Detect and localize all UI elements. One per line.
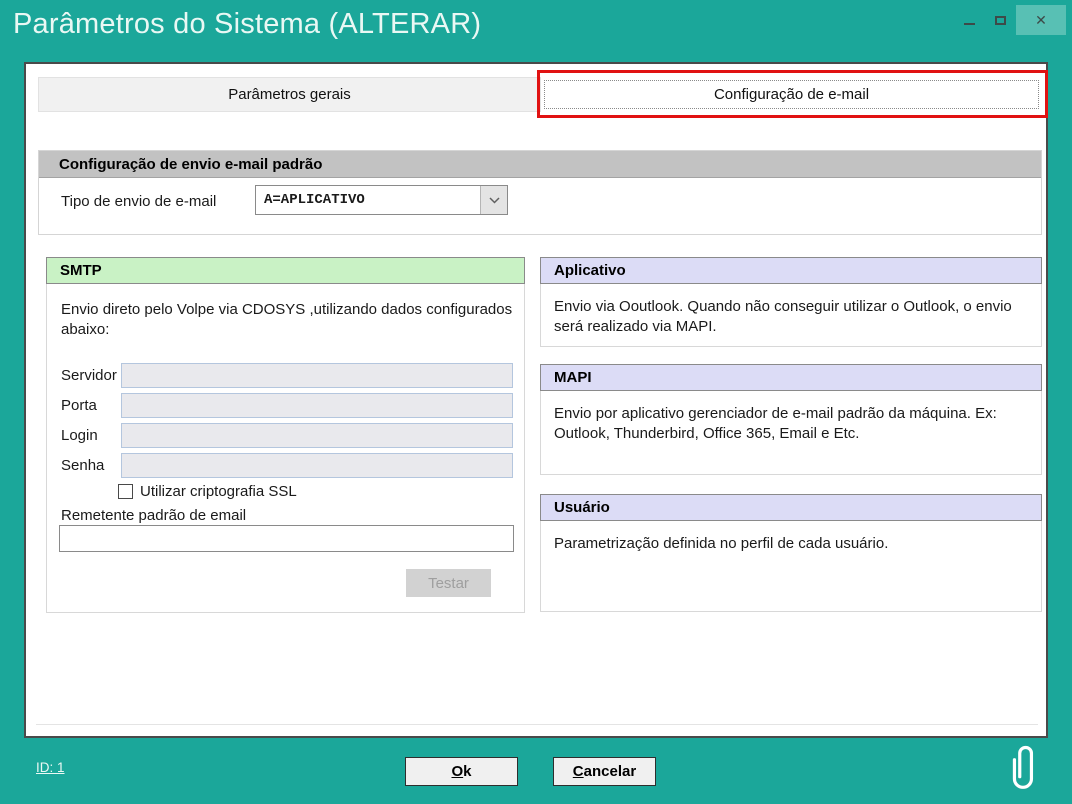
senha-row: Senha [47, 453, 524, 479]
aplicativo-text: Envio via Ooutlook. Quando não conseguir… [541, 284, 1041, 338]
usuario-text: Parametrização definida no perfil de cad… [541, 521, 1041, 554]
remetente-input[interactable] [59, 525, 514, 552]
window-controls: ✕ [954, 5, 1066, 35]
aplicativo-panel: Aplicativo Envio via Ooutlook. Quando nã… [540, 257, 1042, 347]
envio-group-header: Configuração de envio e-mail padrão [39, 151, 1041, 178]
ssl-checkbox-label: Utilizar criptografia SSL [140, 483, 297, 500]
close-icon: ✕ [1035, 12, 1047, 29]
senha-input[interactable] [121, 453, 513, 478]
login-label: Login [61, 427, 98, 444]
servidor-input[interactable] [121, 363, 513, 388]
chevron-down-icon [489, 197, 500, 204]
bottom-divider [36, 724, 1038, 725]
tab-configuracao-email-label: Configuração de e-mail [714, 86, 869, 103]
tab-parametros-gerais[interactable]: Parâmetros gerais [38, 77, 541, 112]
smtp-description: Envio direto pelo Volpe via CDOSYS ,util… [61, 300, 513, 341]
mapi-text: Envio por aplicativo gerenciador de e-ma… [541, 391, 1041, 445]
tab-parametros-gerais-label: Parâmetros gerais [228, 86, 351, 103]
tipo-envio-value: A=APLICATIVO [256, 186, 480, 214]
porta-label: Porta [61, 397, 97, 414]
content-panel: Parâmetros gerais Configuração de e-mail… [24, 62, 1048, 738]
minimize-button[interactable] [954, 5, 985, 35]
envio-groupbox: Configuração de envio e-mail padrão Tipo… [38, 150, 1042, 235]
ssl-checkbox[interactable] [118, 484, 133, 499]
usuario-panel: Usuário Parametrização definida no perfi… [540, 494, 1042, 612]
aplicativo-header: Aplicativo [540, 257, 1042, 284]
smtp-panel: SMTP Envio direto pelo Volpe via CDOSYS … [46, 257, 525, 613]
usuario-header: Usuário [540, 494, 1042, 521]
mapi-header: MAPI [540, 364, 1042, 391]
tab-configuracao-email[interactable]: Configuração de e-mail [541, 77, 1042, 112]
paperclip-icon[interactable] [1007, 738, 1041, 792]
tipo-envio-combobox[interactable]: A=APLICATIVO [255, 185, 508, 215]
window-title: Parâmetros do Sistema (ALTERAR) [13, 8, 481, 41]
porta-row: Porta [47, 393, 524, 419]
maximize-icon [995, 16, 1006, 25]
smtp-header: SMTP [46, 257, 525, 284]
combo-arrow-button[interactable] [480, 186, 507, 214]
senha-label: Senha [61, 457, 104, 474]
remetente-label: Remetente padrão de email [61, 507, 246, 524]
tab-bar: Parâmetros gerais Configuração de e-mail [38, 77, 1042, 112]
minimize-icon [964, 23, 975, 25]
close-button[interactable]: ✕ [1016, 5, 1066, 35]
servidor-row: Servidor [47, 363, 524, 389]
mapi-panel: MAPI Envio por aplicativo gerenciador de… [540, 364, 1042, 475]
ssl-checkbox-row: Utilizar criptografia SSL [118, 483, 297, 500]
id-link[interactable]: ID: 1 [36, 760, 65, 775]
ok-button[interactable]: Ok [405, 757, 518, 786]
parametros-sistema-window: { "window": { "title": "Parâmetros do Si… [0, 0, 1072, 804]
login-row: Login [47, 423, 524, 449]
servidor-label: Servidor [61, 367, 117, 384]
login-input[interactable] [121, 423, 513, 448]
porta-input[interactable] [121, 393, 513, 418]
testar-button[interactable]: Testar [406, 569, 491, 597]
tipo-envio-label: Tipo de envio de e-mail [61, 193, 216, 210]
maximize-button[interactable] [985, 5, 1016, 35]
cancel-button[interactable]: Cancelar [553, 757, 656, 786]
